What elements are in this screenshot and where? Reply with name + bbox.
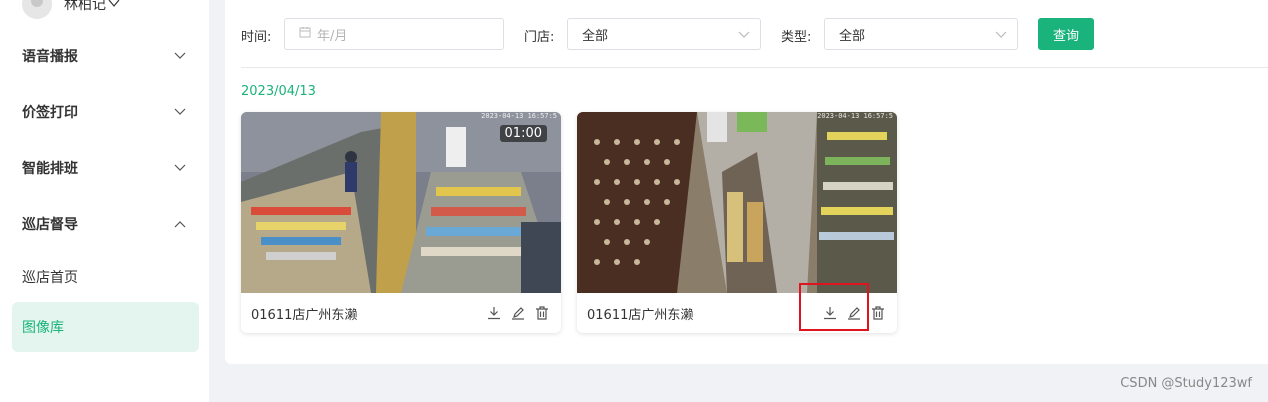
type-select[interactable]: 全部 — [824, 18, 1018, 50]
menu-voice-broadcast[interactable]: 语音播报 — [0, 28, 209, 84]
image-thumbnail[interactable]: 2023-04-13 16:57:5 — [577, 112, 897, 293]
user-name: 林柏记 — [64, 0, 106, 13]
month-picker-placeholder: 年/月 — [317, 28, 348, 44]
chevron-up-icon — [173, 217, 187, 231]
chevron-down-icon — [995, 28, 1007, 44]
delete-icon[interactable] — [533, 304, 551, 322]
main-panel: 时间: 年/月 门店: 全部 类型: 全部 查询 2023/04/13 2023… — [225, 0, 1268, 364]
store-label: 门店: — [524, 30, 555, 45]
download-icon[interactable] — [485, 304, 503, 322]
edit-icon[interactable] — [509, 304, 527, 322]
image-timestamp: 2023-04-13 16:57:5 — [817, 112, 893, 120]
menu-price-tag-print[interactable]: 价签打印 — [0, 84, 209, 140]
avatar — [22, 0, 52, 19]
sidebar: 林柏记 语音播报 价签打印 智能排班 巡店督导 巡店首页 图像库 — [0, 0, 209, 402]
watermark: CSDN @Study123wf — [1120, 376, 1252, 391]
menu-label: 巡店督导 — [22, 217, 78, 233]
menu-smart-scheduling[interactable]: 智能排班 — [0, 140, 209, 196]
menu-label: 智能排班 — [22, 161, 78, 177]
image-card[interactable]: 2023-04-13 16:57:5 01:00 01611店广州东濑 — [241, 112, 561, 333]
date-heading: 2023/04/13 — [241, 84, 316, 99]
chevron-down-icon — [173, 105, 187, 119]
type-select-value: 全部 — [839, 28, 866, 44]
menu-label: 价签打印 — [22, 105, 78, 121]
card-actions — [485, 304, 551, 322]
card-footer: 01611店广州东濑 — [241, 293, 561, 333]
annotation-highlight-box — [799, 283, 869, 331]
chevron-down-icon — [738, 28, 750, 44]
chevron-down-icon[interactable] — [108, 0, 120, 12]
sidebar-item-image-library[interactable]: 图像库 — [12, 302, 199, 352]
video-duration: 01:00 — [499, 125, 547, 142]
type-label: 类型: — [781, 30, 812, 45]
store-select[interactable]: 全部 — [567, 18, 761, 50]
store-name: 01611店广州东濑 — [251, 307, 358, 323]
divider — [241, 67, 1268, 68]
store-name: 01611店广州东濑 — [587, 307, 694, 323]
store-select-value: 全部 — [582, 28, 609, 44]
query-button[interactable]: 查询 — [1038, 18, 1094, 50]
sidebar-item-inspection-home[interactable]: 巡店首页 — [12, 252, 199, 302]
delete-icon[interactable] — [869, 304, 887, 322]
chevron-down-icon — [173, 49, 187, 63]
chevron-down-icon — [173, 161, 187, 175]
menu-label: 语音播报 — [22, 49, 78, 65]
video-thumbnail[interactable]: 2023-04-13 16:57:5 01:00 — [241, 112, 561, 293]
user-menu[interactable]: 林柏记 — [22, 0, 120, 20]
menu-store-inspection[interactable]: 巡店督导 — [0, 196, 209, 252]
video-timestamp: 2023-04-13 16:57:5 — [481, 112, 557, 120]
time-label: 时间: — [241, 30, 272, 45]
calendar-icon — [299, 26, 311, 42]
month-picker[interactable]: 年/月 — [284, 18, 504, 50]
